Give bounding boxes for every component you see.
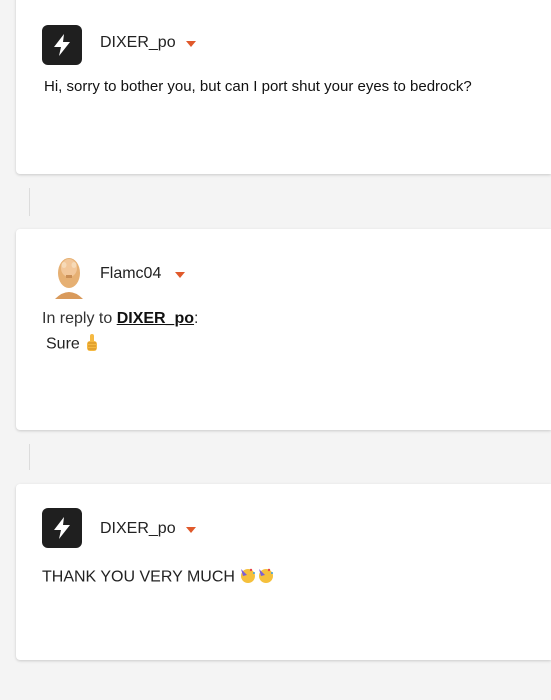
- post-card: DIXER_po THANK YOU VERY MUCH: [16, 484, 551, 660]
- chevron-down-icon[interactable]: [185, 527, 196, 533]
- chevron-down-icon[interactable]: [185, 41, 196, 47]
- avatar[interactable]: [49, 251, 89, 299]
- message-label: THANK YOU VERY MUCH: [42, 568, 235, 586]
- lightning-bolt-icon: [54, 34, 70, 56]
- username-label: Flamc04: [100, 265, 162, 282]
- party-face-emoji: [257, 566, 275, 589]
- party-face-emoji: [239, 566, 257, 589]
- thumbs-up-emoji: [84, 332, 100, 357]
- reply-suffix: :: [194, 310, 199, 327]
- post-card: DIXER_po Hi, sorry to bother you, but ca…: [16, 0, 551, 174]
- avatar[interactable]: [42, 508, 82, 548]
- thread-divider: [29, 188, 30, 216]
- lightning-bolt-icon: [54, 517, 70, 539]
- chevron-down-icon[interactable]: [175, 272, 186, 278]
- avatar[interactable]: [42, 25, 82, 65]
- thread-divider: [29, 444, 30, 470]
- username-label: DIXER_po: [100, 34, 176, 51]
- post-card: Flamc04 In reply to DIXER_po: Sure: [16, 229, 551, 430]
- username-label: DIXER_po: [100, 520, 176, 537]
- username[interactable]: DIXER_po: [100, 34, 196, 52]
- username[interactable]: Flamc04: [100, 265, 186, 283]
- reply-prefix: In reply to: [42, 310, 117, 327]
- message-text: Sure: [46, 332, 100, 357]
- avatar-photo: [49, 251, 89, 299]
- message-text: THANK YOU VERY MUCH: [42, 566, 275, 589]
- username[interactable]: DIXER_po: [100, 520, 196, 538]
- reply-user-link[interactable]: DIXER_po: [117, 310, 194, 327]
- message-text: Hi, sorry to bother you, but can I port …: [44, 78, 472, 95]
- message-label: Sure: [46, 335, 80, 353]
- reply-reference: In reply to DIXER_po:: [42, 310, 199, 328]
